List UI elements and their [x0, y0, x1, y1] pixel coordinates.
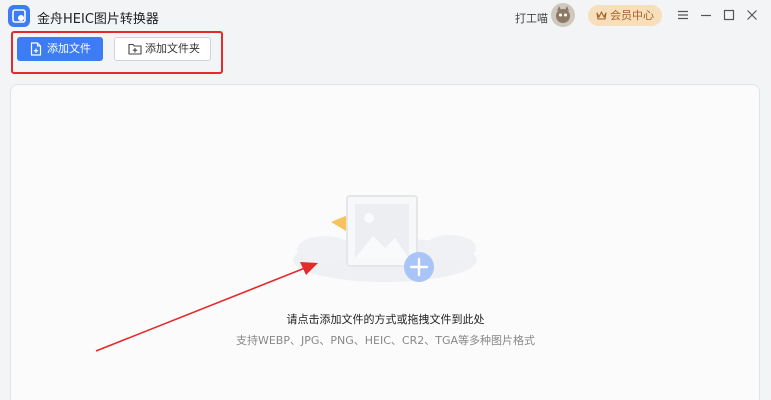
app-title: 金舟HEIC图片转换器	[37, 12, 159, 27]
add-folder-label: 添加文件夹	[145, 42, 200, 55]
crown-icon	[596, 11, 607, 20]
add-folder-button[interactable]: 添加文件夹	[114, 37, 211, 61]
file-add-icon	[30, 42, 42, 56]
vip-center-button[interactable]: 会员中心	[588, 5, 662, 26]
title-bar: 金舟HEIC图片转换器 打工喵 会员中心	[0, 0, 771, 32]
vip-center-label: 会员中心	[610, 9, 654, 22]
maximize-icon[interactable]	[722, 8, 736, 22]
close-icon[interactable]	[745, 8, 759, 22]
supported-formats-text: 支持WEBP、JPG、PNG、HEIC、CR2、TGA等多种图片格式	[235, 334, 536, 347]
avatar[interactable]	[551, 3, 575, 27]
app-window: 金舟HEIC图片转换器 打工喵 会员中心 添加文件 添加文件夹 请点击添加文件的…	[0, 0, 771, 400]
folder-add-icon	[128, 43, 142, 55]
add-file-button[interactable]: 添加文件	[17, 37, 103, 61]
plus-icon[interactable]	[404, 252, 434, 282]
app-logo-icon	[8, 5, 30, 27]
add-file-label: 添加文件	[47, 42, 91, 55]
image-placeholder-icon[interactable]	[285, 190, 485, 290]
drop-hint-text: 请点击添加文件的方式或拖拽文件到此处	[286, 313, 485, 326]
minimize-icon[interactable]	[699, 8, 713, 22]
username[interactable]: 打工喵	[515, 10, 548, 26]
menu-icon[interactable]	[676, 8, 690, 22]
